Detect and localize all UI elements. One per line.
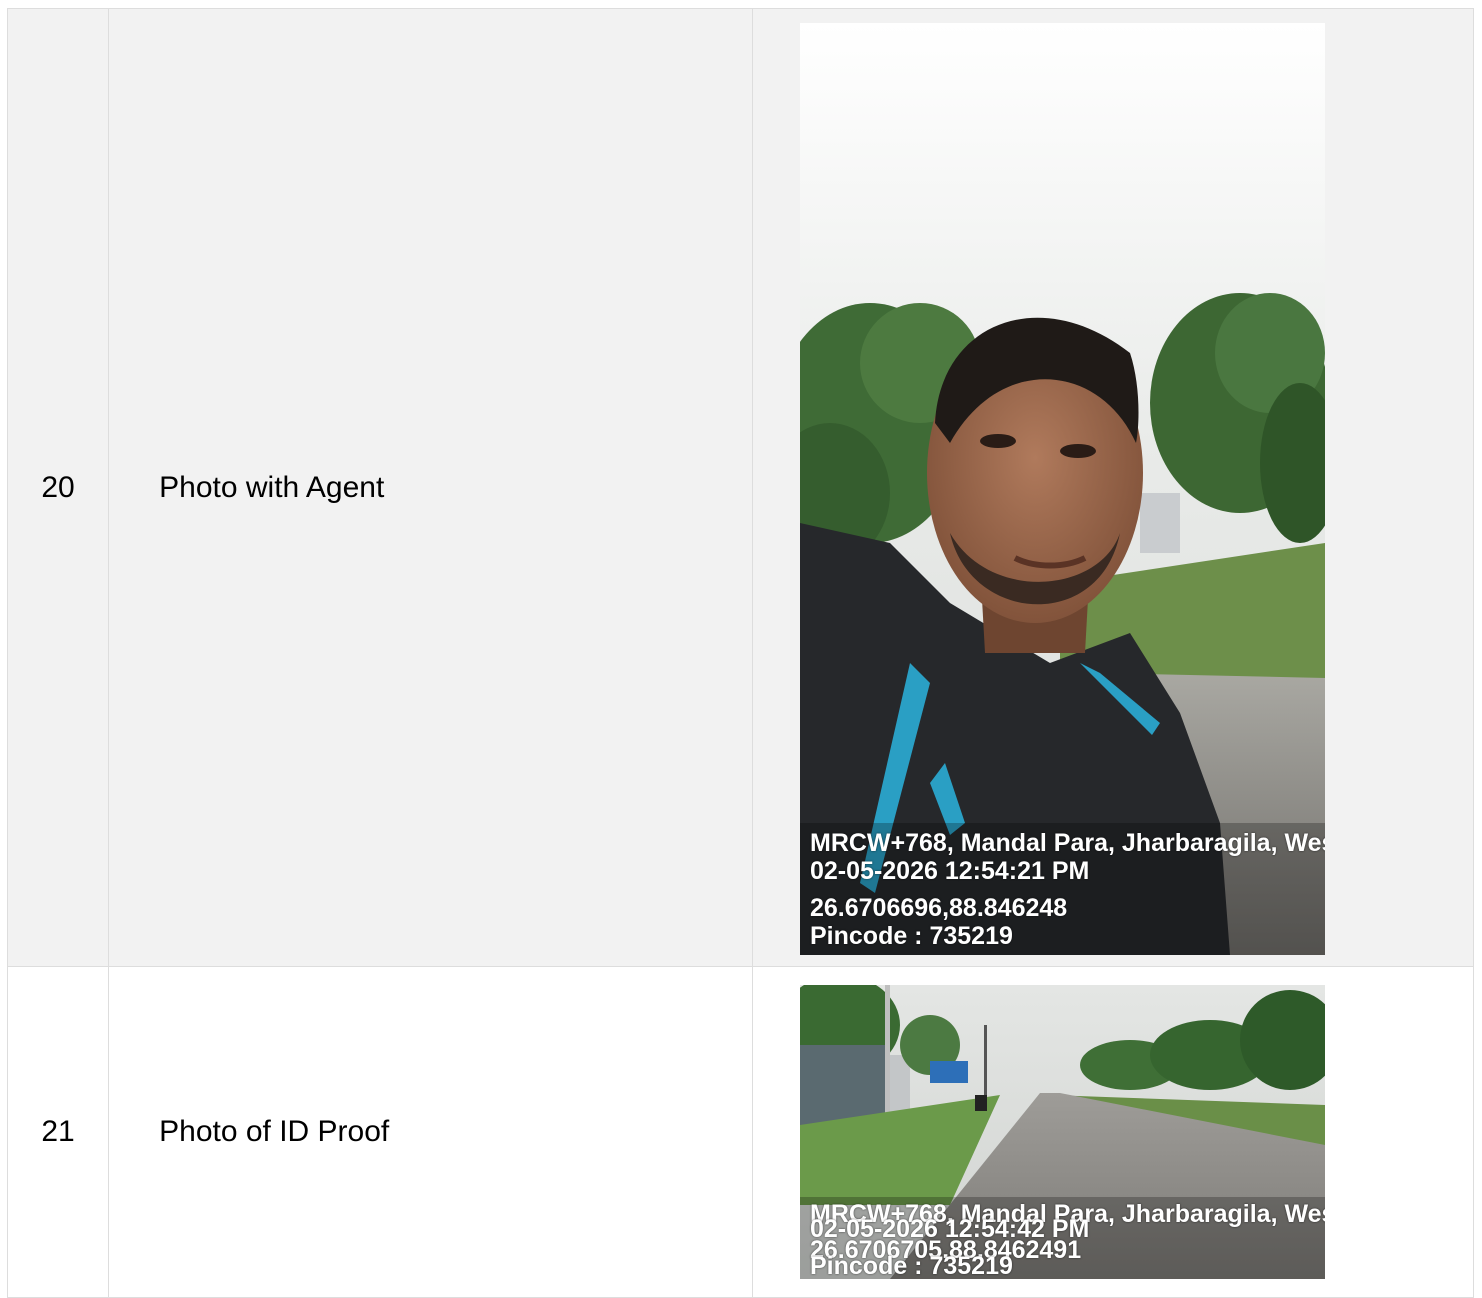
id-proof-photo[interactable]: MRCW+768, Mandal Para, Jharbaragila, Wes… <box>800 985 1325 1279</box>
stamp-pincode: Pincode : 735219 <box>810 921 1013 950</box>
agent-selfie-photo[interactable]: MRCW+768, Mandal Para, Jharbaragila, Wes… <box>800 22 1325 955</box>
table-row: 21 Photo of ID Proof MRCW+768, Mandal Pa… <box>6 966 1474 1298</box>
stamp-address: MRCW+768, Mandal Para, Jharbaragila, Wes <box>810 828 1325 857</box>
photo-cell: MRCW+768, Mandal Para, Jharbaragila, Wes… <box>752 8 1474 967</box>
row-label: Photo with Agent <box>108 8 753 967</box>
table-row: 20 Photo with Agent MRCW+768, Mandal Par… <box>6 8 1474 967</box>
stamp-datetime: 02-05-2026 12:54:21 PM <box>810 856 1090 885</box>
row-label: Photo of ID Proof <box>108 966 753 1298</box>
report-table: 20 Photo with Agent MRCW+768, Mandal Par… <box>6 8 1474 1298</box>
row-number: 21 <box>6 966 110 1298</box>
row-number: 20 <box>6 8 110 967</box>
stamp-coordinates: 26.6706696,88.846248 <box>810 893 1068 922</box>
stamp-pincode: Pincode : 735219 <box>810 1252 1013 1279</box>
photo-cell: MRCW+768, Mandal Para, Jharbaragila, Wes… <box>752 966 1474 1298</box>
